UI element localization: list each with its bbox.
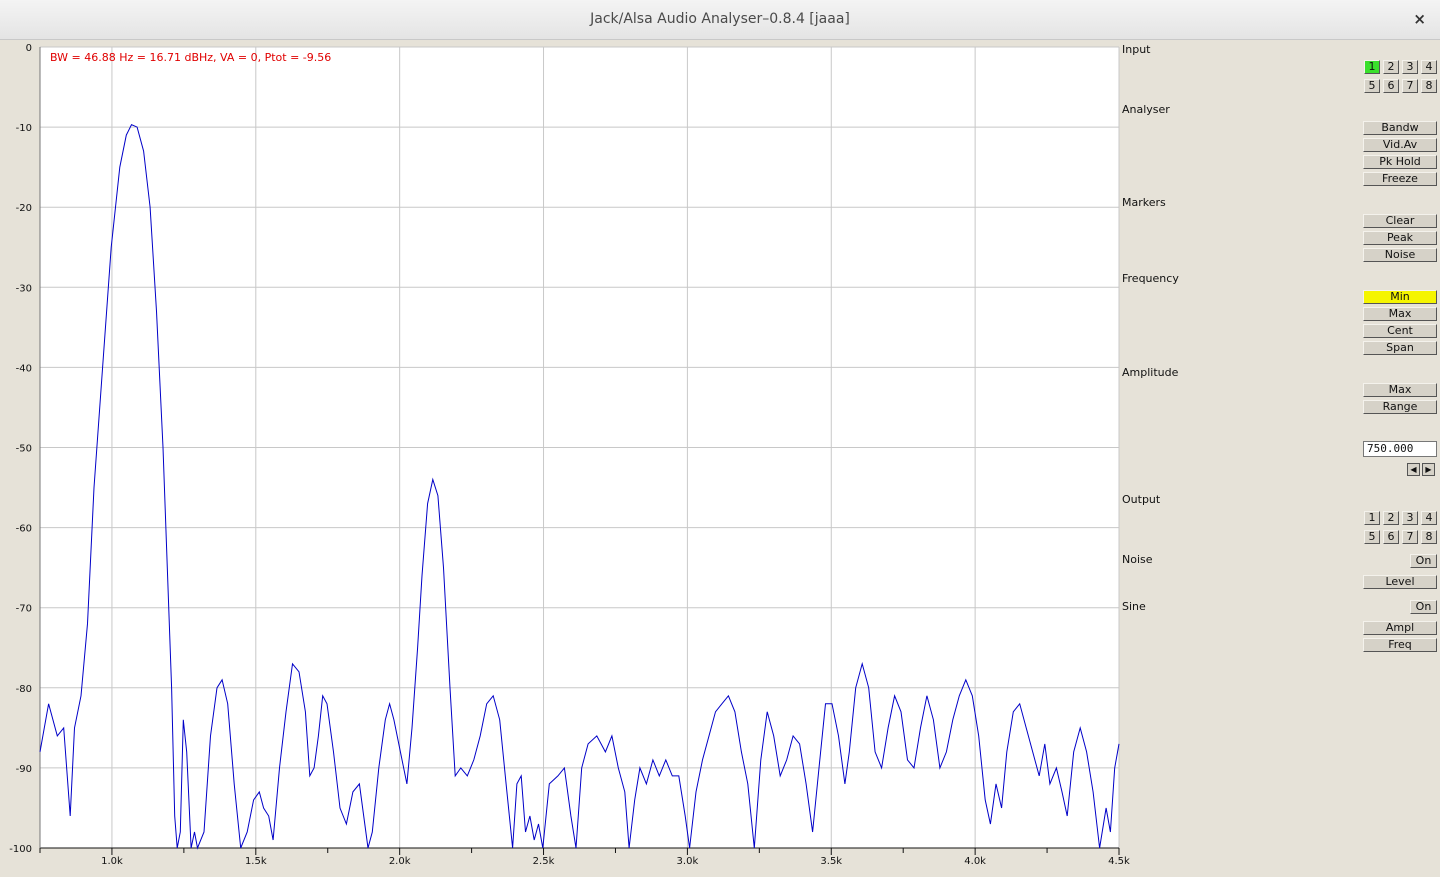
output-channel-3-button[interactable]: 3 [1402, 511, 1418, 525]
x-tick-label: 2.0k [389, 856, 411, 867]
x-tick-label: 4.0k [964, 856, 986, 867]
section-noise-label: Noise [1122, 553, 1153, 566]
freeze-button[interactable]: Freeze [1363, 172, 1437, 186]
x-tick-label: 1.5k [245, 856, 267, 867]
marker-clear-button[interactable]: Clear [1363, 214, 1437, 228]
y-tick-label: -90 [16, 764, 32, 775]
sine-freq-button[interactable]: Freq [1363, 638, 1437, 652]
sine-on-button[interactable]: On [1410, 600, 1437, 614]
spectrum-svg[interactable]: 0 -10 -20 -30 -40 -50 -60 -70 -80 -90 -100 1.0k 1.5k… [0, 40, 1440, 873]
amp-max-button[interactable]: Max [1363, 383, 1437, 397]
amp-range-button[interactable]: Range [1363, 400, 1437, 414]
x-tick-label: 3.0k [677, 856, 699, 867]
section-output-label: Output [1122, 493, 1161, 506]
y-tick-label: -40 [16, 363, 32, 374]
section-frequency-label: Frequency [1122, 272, 1179, 285]
section-amplitude-label: Amplitude [1122, 366, 1179, 379]
freq-span-button[interactable]: Span [1363, 341, 1437, 355]
output-channel-7-button[interactable]: 7 [1402, 530, 1418, 544]
section-analyser-label: Analyser [1122, 103, 1170, 116]
y-tick-label: -100 [9, 844, 32, 855]
output-channel-6-button[interactable]: 6 [1383, 530, 1399, 544]
title-bar: Jack/Alsa Audio Analyser–0.8.4 [jaaa] × [0, 0, 1440, 40]
window-title: Jack/Alsa Audio Analyser–0.8.4 [jaaa] [590, 11, 850, 27]
output-channel-1-button[interactable]: 1 [1364, 511, 1380, 525]
freq-cent-button[interactable]: Cent [1363, 324, 1437, 338]
x-tick-label: 3.5k [820, 856, 842, 867]
input-channel-4-button[interactable]: 4 [1421, 60, 1437, 74]
output-channel-2-button[interactable]: 2 [1383, 511, 1399, 525]
section-sine-label: Sine [1122, 600, 1146, 613]
noise-level-button[interactable]: Level [1363, 575, 1437, 589]
sine-ampl-button[interactable]: Ampl [1363, 621, 1437, 635]
input-channel-1-button[interactable]: 1 [1364, 60, 1380, 74]
input-channel-5-button[interactable]: 5 [1364, 79, 1380, 93]
pk-hold-button[interactable]: Pk Hold [1363, 155, 1437, 169]
marker-peak-button[interactable]: Peak [1363, 231, 1437, 245]
y-tick-label: -70 [16, 604, 32, 615]
y-tick-label: -30 [16, 283, 32, 294]
input-channel-6-button[interactable]: 6 [1383, 79, 1399, 93]
arrow-left-icon[interactable]: ◀ [1407, 463, 1420, 476]
x-tick-label: 2.5k [533, 856, 555, 867]
spectrum-plot[interactable]: 0 -10 -20 -30 -40 -50 -60 -70 -80 -90 -100 1.0k 1.5k… [0, 40, 1440, 873]
section-input-label: Input [1122, 43, 1151, 56]
section-markers-label: Markers [1122, 196, 1166, 209]
bandw-button[interactable]: Bandw [1363, 121, 1437, 135]
freq-min-button[interactable]: Min [1363, 290, 1437, 304]
vid-av-button[interactable]: Vid.Av [1363, 138, 1437, 152]
value-input[interactable]: 750.000 [1363, 441, 1437, 457]
arrow-right-icon[interactable]: ▶ [1422, 463, 1435, 476]
y-tick-label: -80 [16, 684, 32, 695]
output-channel-8-button[interactable]: 8 [1421, 530, 1437, 544]
noise-on-button[interactable]: On [1410, 554, 1437, 568]
input-channel-7-button[interactable]: 7 [1402, 79, 1418, 93]
freq-max-button[interactable]: Max [1363, 307, 1437, 321]
plot-info-text: BW = 46.88 Hz = 16.71 dBHz, VA = 0, Ptot… [50, 51, 331, 64]
input-channel-8-button[interactable]: 8 [1421, 79, 1437, 93]
y-tick-label: -10 [16, 123, 32, 134]
output-channel-5-button[interactable]: 5 [1364, 530, 1380, 544]
x-tick-label: 1.0k [101, 856, 123, 867]
input-channel-3-button[interactable]: 3 [1402, 60, 1418, 74]
marker-noise-button[interactable]: Noise [1363, 248, 1437, 262]
x-tick-label: 4.5k [1108, 856, 1130, 867]
output-channel-4-button[interactable]: 4 [1421, 511, 1437, 525]
y-tick-label: -20 [16, 203, 32, 214]
y-tick-label: -60 [16, 524, 32, 535]
y-tick-label: -50 [16, 444, 32, 455]
y-tick-label: 0 [26, 43, 32, 54]
close-icon[interactable]: × [1413, 10, 1426, 28]
input-channel-2-button[interactable]: 2 [1383, 60, 1399, 74]
